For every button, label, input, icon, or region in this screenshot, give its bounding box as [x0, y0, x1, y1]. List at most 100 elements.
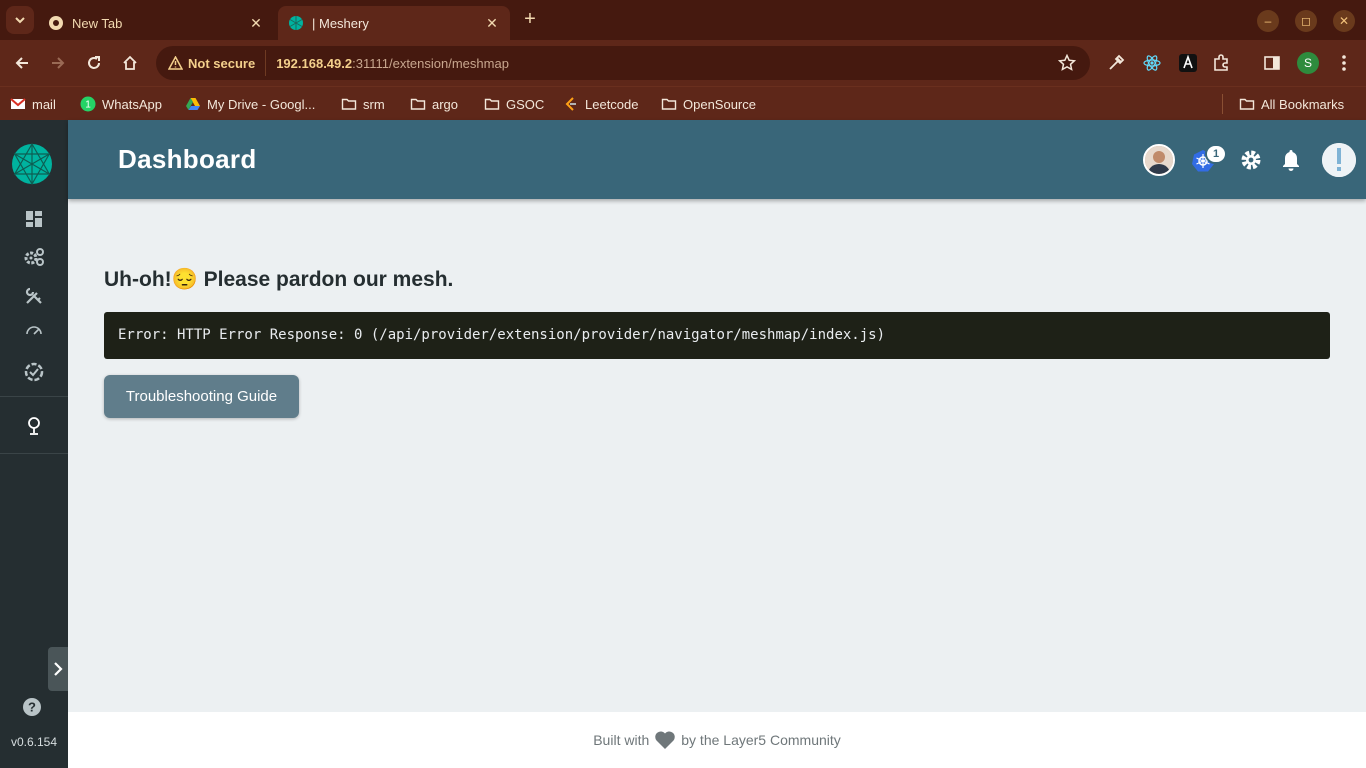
maximize-icon[interactable]: ◻ [1295, 10, 1317, 32]
folder-icon [484, 98, 500, 110]
page-footer: Built with by the Layer5 Community [68, 712, 1366, 768]
folder-icon [661, 98, 677, 110]
minimize-icon[interactable]: – [1257, 10, 1279, 32]
meshery-logo[interactable] [11, 143, 53, 185]
chevron-right-icon [54, 662, 63, 676]
extensions-puzzle-icon[interactable] [1210, 52, 1232, 74]
kebab-menu-icon[interactable] [1333, 52, 1355, 74]
error-message-box: Error: HTTP Error Response: 0 (/api/prov… [104, 312, 1330, 359]
sidebar-expand-button[interactable] [48, 647, 68, 691]
bookmark-leetcode[interactable]: Leetcode [563, 93, 639, 115]
warning-icon [168, 56, 183, 70]
nav-dashboard[interactable] [22, 207, 46, 231]
bookmark-mail[interactable]: mail [10, 93, 56, 115]
tab-close-icon[interactable]: ✕ [248, 15, 264, 31]
map-pin-icon [28, 417, 40, 435]
bookmark-folder-gsoc[interactable]: GSOC [484, 93, 544, 115]
leetcode-icon [565, 97, 576, 111]
nav-configuration[interactable] [22, 284, 46, 308]
bookmark-folder-argo[interactable]: argo [410, 93, 458, 115]
gauge-icon [26, 326, 42, 335]
footer-text-after: by the Layer5 Community [681, 732, 841, 748]
notification-count-badge: 1 [1205, 144, 1227, 164]
back-button[interactable] [10, 51, 34, 75]
main-content: Uh-oh!😔 Please pardon our mesh. Error: H… [68, 199, 1366, 712]
svg-text:?: ? [28, 700, 36, 715]
browser-toolbar: Not secure 192.168.49.2:31111/extension/… [0, 40, 1366, 86]
sidebar-divider [0, 453, 68, 454]
tab-search-button[interactable] [6, 6, 34, 34]
bookmark-label: My Drive - Googl... [207, 96, 316, 112]
bookmark-whatsapp[interactable]: 1 WhatsApp [80, 93, 162, 115]
app-header: Dashboard 1 [68, 120, 1366, 199]
security-label: Not secure [188, 55, 256, 71]
tab-title: New Tab [72, 15, 123, 31]
tab-meshery[interactable]: | Meshery ✕ [278, 6, 510, 40]
bookmarks-divider [1222, 94, 1223, 114]
profile-initial: S [1303, 56, 1312, 70]
nav-conformance[interactable] [22, 360, 46, 384]
svg-text:1: 1 [85, 100, 91, 111]
side-panel-icon[interactable] [1261, 52, 1283, 74]
tab-title: | Meshery [312, 15, 369, 31]
settings-gear-icon[interactable] [1239, 148, 1263, 172]
tab-new-tab[interactable]: New Tab ✕ [38, 6, 274, 40]
bookmark-folder-srm[interactable]: srm [341, 93, 385, 115]
sidebar-divider [0, 396, 68, 397]
tools-icon [25, 287, 42, 304]
person-avatar-icon [1145, 146, 1173, 174]
footer-text-before: Built with [593, 732, 650, 748]
arrow-left-icon [15, 57, 28, 69]
folder-icon [341, 98, 357, 110]
bookmarks-bar: mail 1 WhatsApp My Drive - Googl... srm … [0, 86, 1366, 120]
bookmark-label: All Bookmarks [1261, 96, 1345, 112]
tab-close-icon[interactable]: ✕ [484, 15, 500, 31]
nav-lifecycle[interactable] [22, 245, 46, 269]
page-title: Dashboard [118, 144, 257, 174]
reload-button[interactable] [82, 51, 106, 75]
heart-icon [655, 731, 676, 749]
all-bookmarks-button[interactable]: All Bookmarks [1239, 93, 1344, 115]
folder-icon [1239, 98, 1255, 110]
profile-avatar[interactable]: S [1297, 52, 1319, 74]
reload-icon [88, 56, 100, 69]
user-account-avatar[interactable] [1322, 143, 1356, 177]
nav-extensions[interactable] [22, 414, 46, 438]
google-drive-icon [186, 98, 200, 110]
bookmark-label: Leetcode [585, 96, 639, 112]
folder-icon [410, 98, 426, 110]
conformance-icon [24, 362, 44, 382]
bookmark-my-drive[interactable]: My Drive - Googl... [185, 93, 315, 115]
eyedropper-extension-icon[interactable] [1105, 52, 1127, 74]
angular-extension-icon[interactable] [1177, 52, 1199, 74]
bookmark-folder-opensource[interactable]: OpenSource [661, 93, 756, 115]
forward-button[interactable] [46, 51, 70, 75]
home-button[interactable] [118, 51, 142, 75]
gmail-icon [10, 98, 26, 109]
gears-icon [24, 248, 44, 266]
security-indicator[interactable]: Not secure [166, 50, 267, 76]
error-heading: Uh-oh!😔 Please pardon our mesh. [104, 268, 454, 291]
nav-performance[interactable] [22, 319, 46, 343]
url-host: 192.168.49.2 [276, 55, 353, 71]
react-devtools-icon[interactable] [1141, 52, 1163, 74]
new-tab-button[interactable]: + [518, 8, 542, 32]
user-avatar-icon [1322, 143, 1356, 177]
home-icon [123, 55, 137, 70]
bookmark-label: WhatsApp [102, 96, 162, 112]
provider-avatar[interactable] [1143, 144, 1175, 176]
bookmark-label: mail [32, 96, 56, 112]
troubleshooting-guide-button[interactable]: Troubleshooting Guide [104, 375, 299, 418]
chrome-icon [49, 16, 63, 30]
bookmark-label: srm [363, 96, 385, 112]
url-path: :31111/extension/meshmap [352, 55, 509, 71]
navigation-sidebar: ? v0.6.154 [0, 120, 68, 768]
bookmark-label: argo [432, 96, 459, 112]
help-icon[interactable]: ? [22, 697, 42, 717]
dashboard-icon [26, 211, 42, 227]
bookmark-star-icon[interactable] [1058, 54, 1076, 72]
window-close-icon[interactable]: ✕ [1333, 10, 1355, 32]
notifications-bell-icon[interactable] [1280, 148, 1302, 172]
address-bar[interactable]: Not secure 192.168.49.2:31111/extension/… [156, 46, 1090, 80]
bookmark-label: GSOC [506, 96, 545, 112]
